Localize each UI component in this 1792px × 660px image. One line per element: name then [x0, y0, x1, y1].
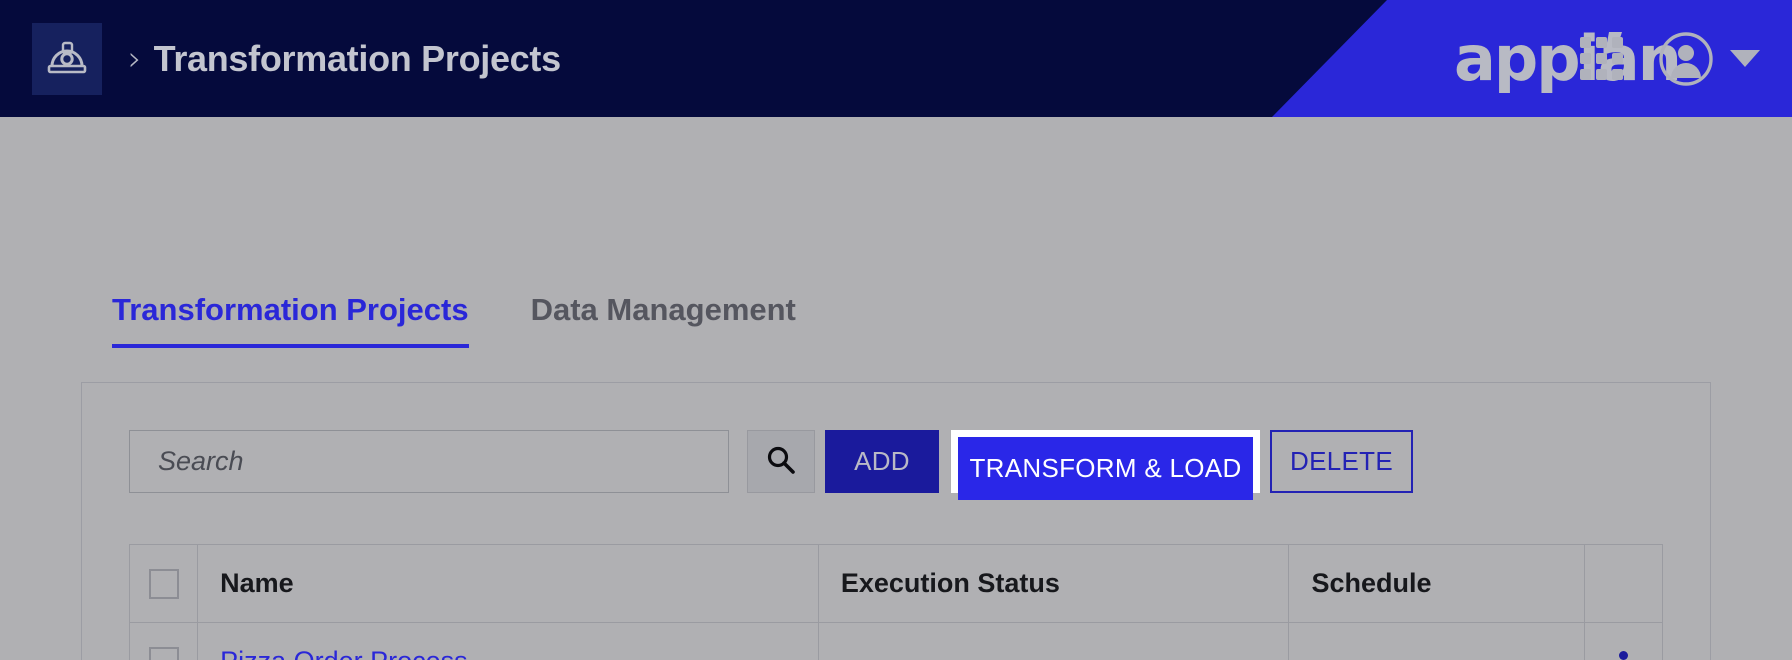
user-avatar-icon[interactable]: [1658, 31, 1714, 87]
tab-transformation-projects[interactable]: Transformation Projects: [112, 292, 469, 348]
toolbar: ADD TRANSFORM & LOAD DELETE: [129, 430, 1413, 500]
grid-cell: [1596, 68, 1607, 80]
tab-bar: Transformation Projects Data Management: [112, 292, 796, 348]
app-grid-icon[interactable]: [1580, 36, 1624, 81]
table-header-row: Name Execution Status Schedule: [128, 544, 1664, 623]
chevron-right-icon: ›: [128, 38, 142, 79]
row-schedule-cell: [1288, 622, 1585, 660]
nav-left-group: › Transformation Projects: [32, 0, 561, 117]
select-all-checkbox[interactable]: [148, 569, 179, 600]
top-navigation-bar: › Transformation Projects appian: [0, 0, 1792, 117]
row-menu-cell: [1583, 622, 1664, 660]
row-checkbox[interactable]: [148, 647, 179, 660]
column-header-execution-status[interactable]: Execution Status: [817, 544, 1290, 623]
grid-cell: [1580, 52, 1591, 64]
page-body: Transformation Projects Data Management …: [0, 117, 1792, 660]
chevron-down-icon[interactable]: [1730, 50, 1760, 67]
grid-cell: [1612, 52, 1623, 64]
search-icon: [765, 444, 797, 480]
grid-cell: [1612, 36, 1623, 48]
project-name-link[interactable]: Pizza Order Process: [220, 646, 468, 660]
column-header-schedule[interactable]: Schedule: [1288, 544, 1585, 623]
search-button[interactable]: [747, 430, 815, 493]
projects-table: Name Execution Status Schedule Pizza Ord…: [128, 544, 1664, 660]
grid-cell: [1596, 52, 1607, 64]
page-title: Transformation Projects: [153, 37, 562, 79]
row-name-cell: Pizza Order Process: [197, 622, 819, 660]
grid-cell: [1580, 68, 1591, 80]
row-menu-icon[interactable]: [1618, 650, 1628, 660]
nav-right-group: [1580, 0, 1792, 117]
select-all-header-cell: [128, 544, 199, 623]
grid-cell: [1612, 68, 1623, 80]
transform-load-focus-ring: TRANSFORM & LOAD: [951, 430, 1260, 500]
transform-and-load-button[interactable]: TRANSFORM & LOAD: [958, 437, 1253, 500]
grid-cell: [1580, 36, 1591, 48]
column-header-actions: [1583, 544, 1664, 623]
row-execution-status-cell: --: [817, 622, 1290, 660]
row-select-cell: [128, 622, 199, 660]
hard-hat-icon[interactable]: [32, 22, 102, 95]
delete-button[interactable]: DELETE: [1270, 430, 1413, 493]
search-input[interactable]: [129, 430, 729, 493]
grid-cell: [1596, 36, 1607, 48]
table-row[interactable]: Pizza Order Process --: [128, 622, 1664, 660]
breadcrumb[interactable]: › Transformation Projects: [128, 38, 561, 80]
tab-data-management[interactable]: Data Management: [531, 292, 796, 348]
add-button[interactable]: ADD: [825, 430, 939, 493]
column-header-name[interactable]: Name: [197, 544, 819, 623]
